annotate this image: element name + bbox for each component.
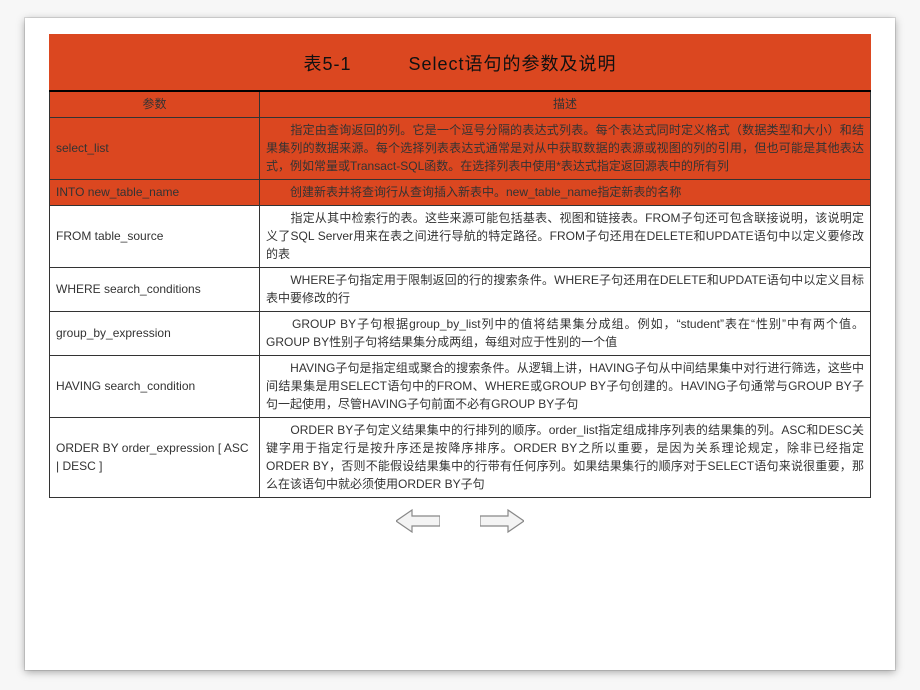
- next-arrow-icon[interactable]: [480, 508, 524, 539]
- prev-arrow-icon[interactable]: [396, 508, 440, 539]
- table-row: select_list 指定由查询返回的列。它是一个逗号分隔的表达式列表。每个表…: [50, 118, 871, 180]
- desc-cell: GROUP BY子句根据group_by_list列中的值将结果集分成组。例如，…: [260, 312, 871, 356]
- desc-cell: 指定从其中检索行的表。这些来源可能包括基表、视图和链接表。FROM子句还可包含联…: [260, 206, 871, 268]
- params-table: 参数 描述 select_list 指定由查询返回的列。它是一个逗号分隔的表达式…: [49, 90, 871, 498]
- nav-arrows: [49, 508, 871, 539]
- table-row: HAVING search_condition HAVING子句是指定组或聚合的…: [50, 356, 871, 418]
- table-row: INTO new_table_name 创建新表并将查询行从查询插入新表中。ne…: [50, 180, 871, 206]
- param-cell: INTO new_table_name: [50, 180, 260, 206]
- desc-cell: HAVING子句是指定组或聚合的搜索条件。从逻辑上讲，HAVING子句从中间结果…: [260, 356, 871, 418]
- desc-cell: 指定由查询返回的列。它是一个逗号分隔的表达式列表。每个表达式同时定义格式（数据类…: [260, 118, 871, 180]
- table-row: ORDER BY order_expression [ ASC | DESC ]…: [50, 418, 871, 498]
- param-cell: WHERE search_conditions: [50, 268, 260, 312]
- slide: 表5-1 Select语句的参数及说明 参数 描述 select_list 指定…: [25, 18, 895, 670]
- param-cell: group_by_expression: [50, 312, 260, 356]
- param-cell: ORDER BY order_expression [ ASC | DESC ]: [50, 418, 260, 498]
- desc-cell: 创建新表并将查询行从查询插入新表中。new_table_name指定新表的名称: [260, 180, 871, 206]
- param-cell: select_list: [50, 118, 260, 180]
- table-row: WHERE search_conditions WHERE子句指定用于限制返回的…: [50, 268, 871, 312]
- desc-cell: ORDER BY子句定义结果集中的行排列的顺序。order_list指定组成排序…: [260, 418, 871, 498]
- param-cell: FROM table_source: [50, 206, 260, 268]
- param-cell: HAVING search_condition: [50, 356, 260, 418]
- table-title: 表5-1 Select语句的参数及说明: [49, 34, 871, 90]
- table-row: group_by_expression GROUP BY子句根据group_by…: [50, 312, 871, 356]
- header-desc: 描述: [260, 91, 871, 118]
- table-row: FROM table_source 指定从其中检索行的表。这些来源可能包括基表、…: [50, 206, 871, 268]
- desc-cell: WHERE子句指定用于限制返回的行的搜索条件。WHERE子句还用在DELETE和…: [260, 268, 871, 312]
- header-param: 参数: [50, 91, 260, 118]
